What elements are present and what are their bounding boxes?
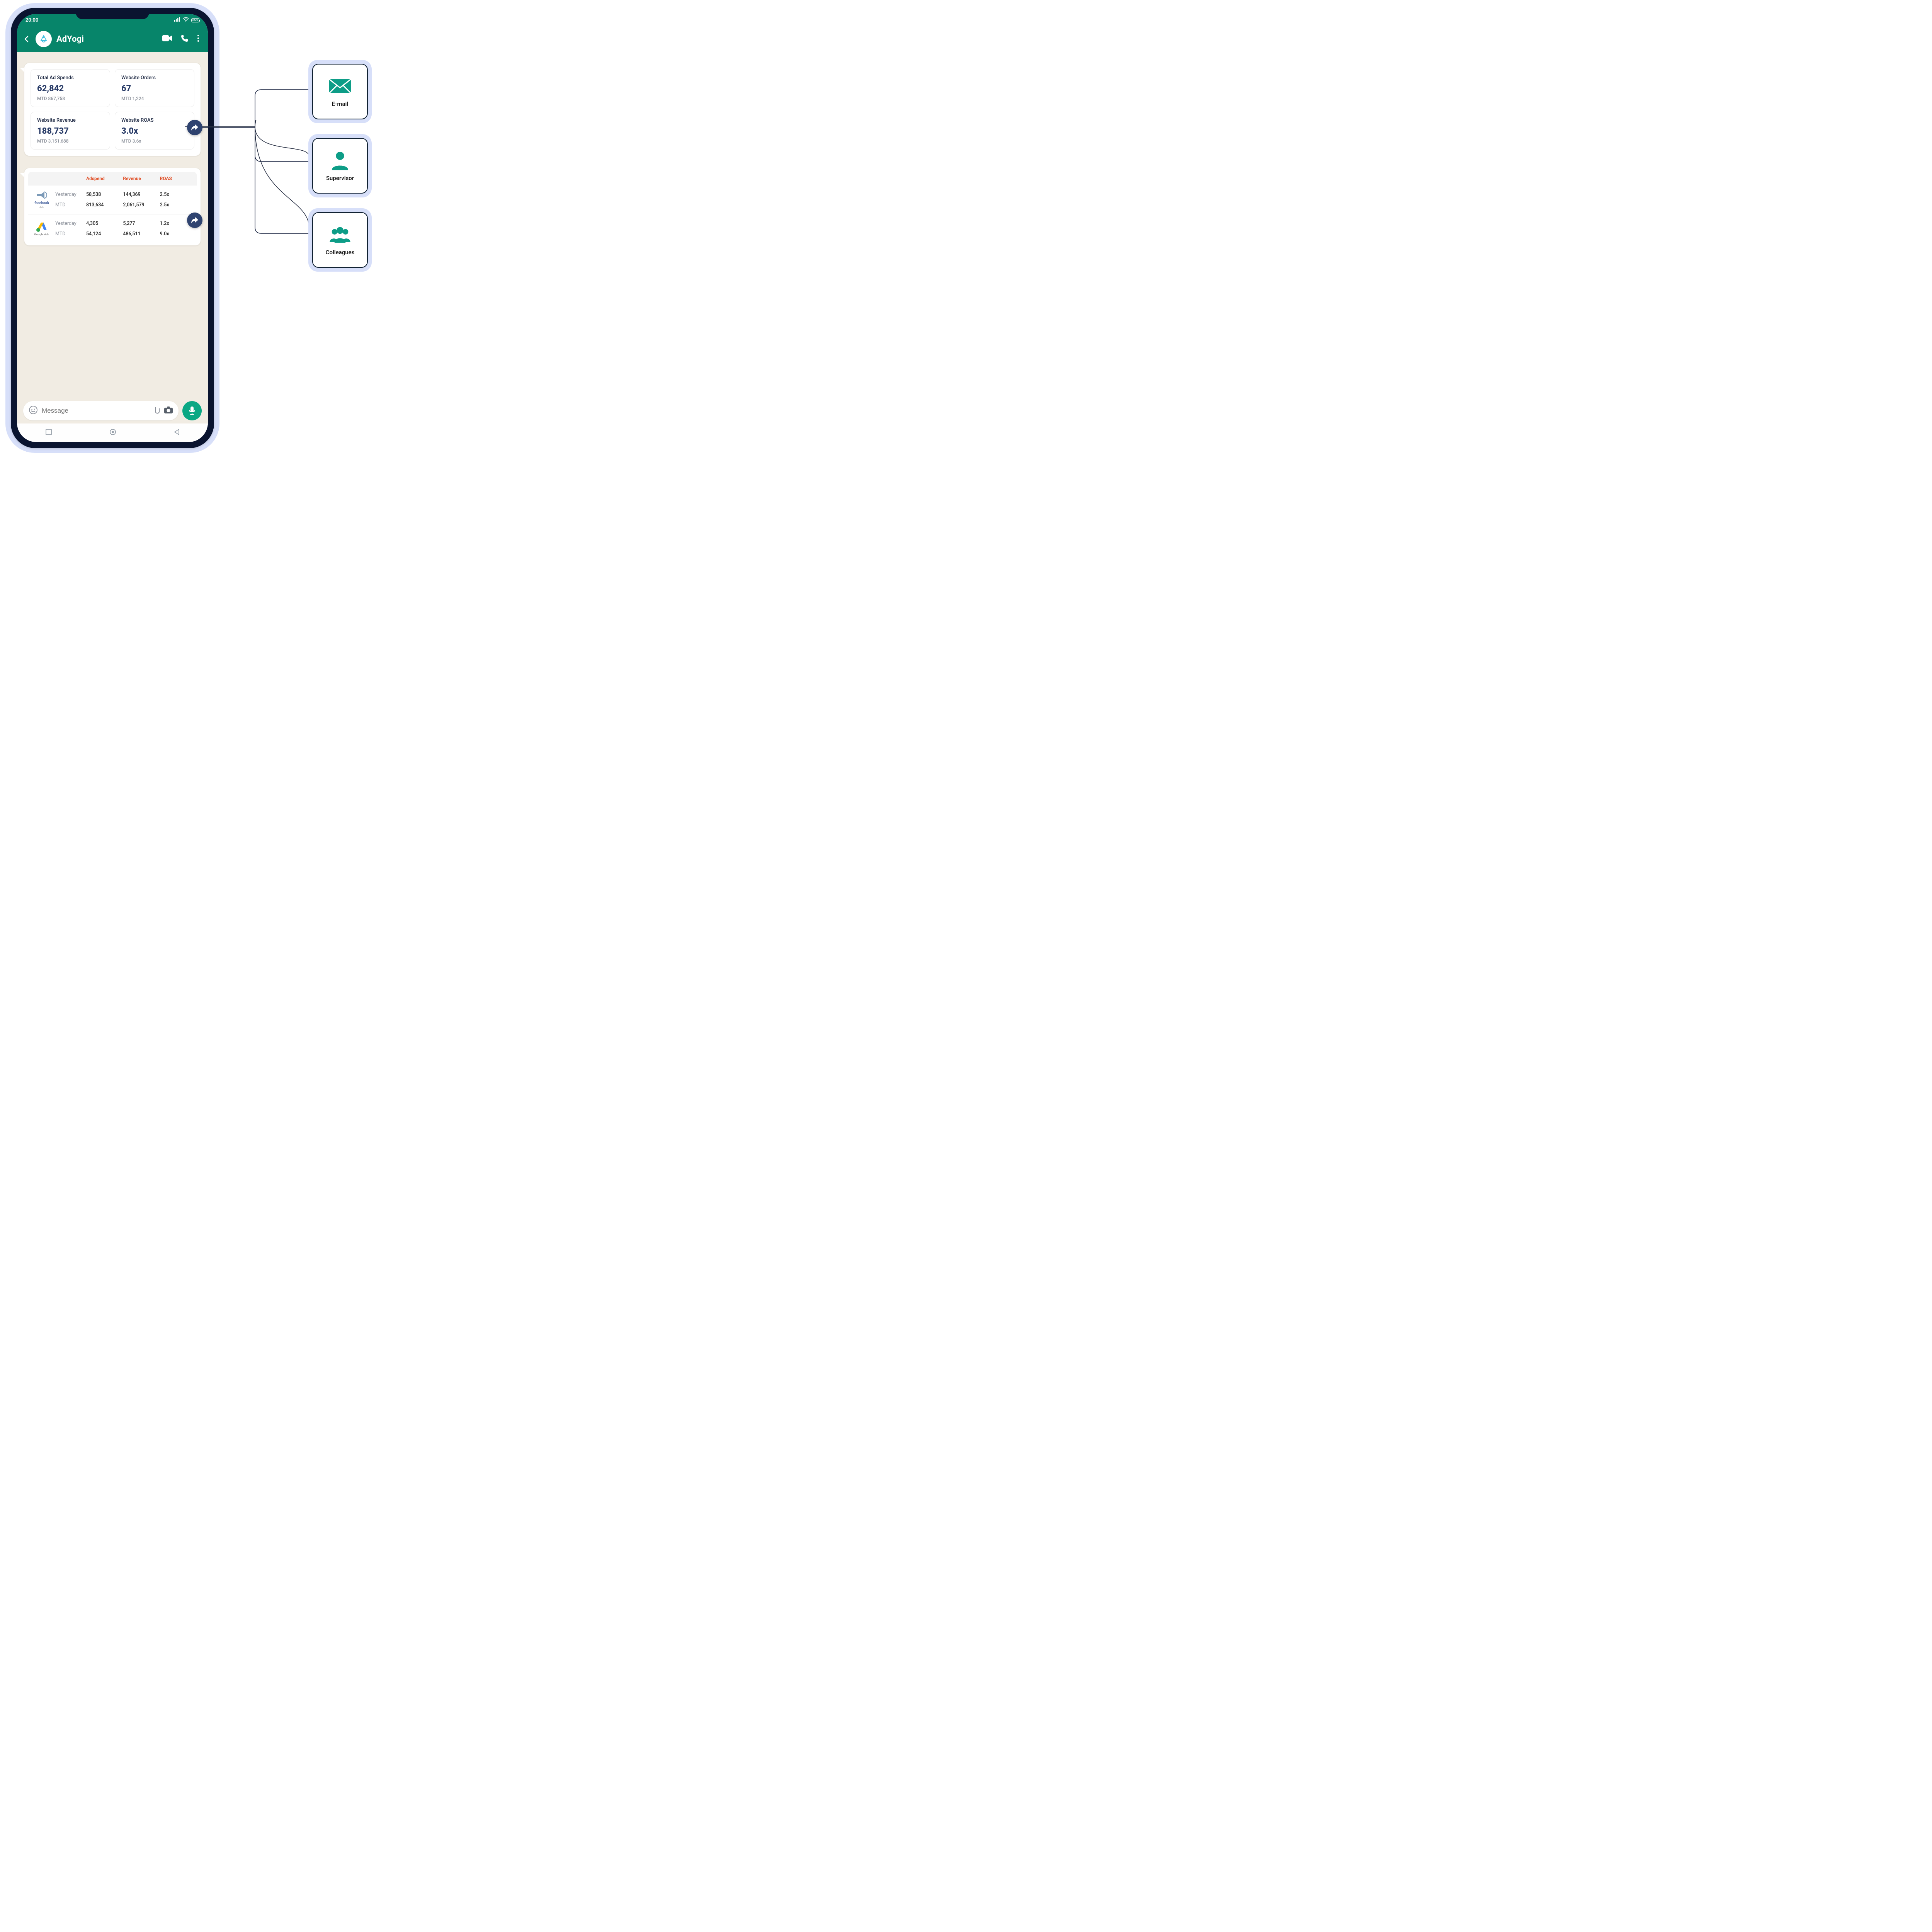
cell-roas: 9.0x <box>160 231 197 237</box>
system-navbar <box>17 423 208 442</box>
status-indicators: 85% <box>174 17 199 23</box>
provider-sub: Ads <box>39 206 44 209</box>
kpi-mtd: MTD 1,224 <box>121 96 188 101</box>
kpi-title: Website ROAS <box>121 117 188 123</box>
cell-revenue: 486,511 <box>123 231 160 237</box>
back-nav-icon[interactable] <box>173 429 180 437</box>
home-icon[interactable] <box>109 428 117 437</box>
cell-revenue: 5,277 <box>123 221 160 226</box>
phone-notch <box>76 8 149 19</box>
message-table: Adspend Revenue ROAS facebook Ads <box>24 168 201 246</box>
row-label: Yesterday <box>55 221 86 226</box>
kpi-mtd: MTD 3,151,688 <box>37 138 104 144</box>
phone-frame: 20:00 85% AdYogi <box>11 8 214 448</box>
kpi-card: Website Revenue 188,737 MTD 3,151,688 <box>31 112 110 150</box>
kpi-card: Website Orders 67 MTD 1,224 <box>115 69 194 107</box>
cell-adspend: 54,124 <box>86 231 123 237</box>
kpi-title: Website Revenue <box>37 117 104 123</box>
contact-avatar[interactable] <box>36 31 52 47</box>
battery-text: 85% <box>192 19 198 22</box>
message-kpi: Total Ad Spends 62,842 MTD 867,758 Websi… <box>24 63 201 156</box>
contact-name[interactable]: AdYogi <box>56 34 158 44</box>
status-time: 20:00 <box>26 17 38 23</box>
share-target-label: Colleagues <box>326 249 355 256</box>
more-icon[interactable] <box>197 34 199 44</box>
share-targets: E-mail Supervisor Colleagues <box>308 60 372 272</box>
cell-roas: 2.5x <box>160 202 197 208</box>
email-icon <box>328 76 352 97</box>
battery-icon: 85% <box>191 18 199 22</box>
message-composer <box>23 401 202 420</box>
emoji-icon[interactable] <box>29 405 38 416</box>
kpi-value: 62,842 <box>37 84 104 94</box>
back-button[interactable] <box>22 35 31 43</box>
table-header-row: Adspend Revenue ROAS <box>28 172 197 185</box>
colleagues-icon <box>328 224 352 245</box>
row-label: Yesterday <box>55 192 86 197</box>
share-target-email[interactable]: E-mail <box>308 60 372 123</box>
share-target-label: E-mail <box>332 100 348 107</box>
provider-name: facebook <box>34 201 49 205</box>
share-target-label: Supervisor <box>326 175 354 182</box>
facebook-ads-logo: facebook Ads <box>28 189 55 210</box>
kpi-mtd: MTD 3.6x <box>121 138 188 144</box>
recent-apps-icon[interactable] <box>45 429 52 437</box>
table-row: Google Ads Yesterday 4,305 5,277 1.2x MT… <box>28 214 197 243</box>
kpi-card: Total Ad Spends 62,842 MTD 867,758 <box>31 69 110 107</box>
signal-icon <box>174 17 180 23</box>
cell-adspend: 58,538 <box>86 192 123 197</box>
header-adspend: Adspend <box>86 176 123 181</box>
attach-icon[interactable] <box>151 406 160 416</box>
row-label: MTD <box>55 202 86 208</box>
provider-name: Google Ads <box>34 233 49 236</box>
kpi-title: Total Ad Spends <box>37 75 104 81</box>
cell-adspend: 813,634 <box>86 202 123 208</box>
share-target-supervisor[interactable]: Supervisor <box>308 134 372 197</box>
voice-call-icon[interactable] <box>181 34 189 44</box>
kpi-value: 188,737 <box>37 126 104 136</box>
composer-input-wrapper[interactable] <box>23 401 179 420</box>
kpi-mtd: MTD 867,758 <box>37 96 104 101</box>
share-button[interactable] <box>187 120 202 135</box>
share-target-colleagues[interactable]: Colleagues <box>308 208 372 272</box>
camera-icon[interactable] <box>164 406 173 415</box>
share-button[interactable] <box>187 213 202 228</box>
supervisor-icon <box>328 150 352 171</box>
cell-revenue: 2,061,579 <box>123 202 160 208</box>
video-call-icon[interactable] <box>162 35 172 43</box>
phone-screen: 20:00 85% AdYogi <box>17 14 208 442</box>
wifi-icon <box>183 17 189 23</box>
table-row: facebook Ads Yesterday 58,538 144,369 2.… <box>28 185 197 214</box>
chat-body: Total Ad Spends 62,842 MTD 867,758 Websi… <box>17 52 208 246</box>
kpi-value: 67 <box>121 84 188 94</box>
chat-header: AdYogi <box>17 26 208 52</box>
cell-adspend: 4,305 <box>86 221 123 226</box>
mic-button[interactable] <box>182 401 202 420</box>
cell-roas: 2.5x <box>160 192 197 197</box>
row-label: MTD <box>55 231 86 237</box>
header-revenue: Revenue <box>123 176 160 181</box>
google-ads-logo: Google Ads <box>28 218 55 239</box>
kpi-value: 3.0x <box>121 126 188 136</box>
cell-revenue: 144,369 <box>123 192 160 197</box>
kpi-title: Website Orders <box>121 75 188 81</box>
kpi-card: Website ROAS 3.0x MTD 3.6x <box>115 112 194 150</box>
header-roas: ROAS <box>160 176 197 181</box>
message-input[interactable] <box>42 407 148 415</box>
